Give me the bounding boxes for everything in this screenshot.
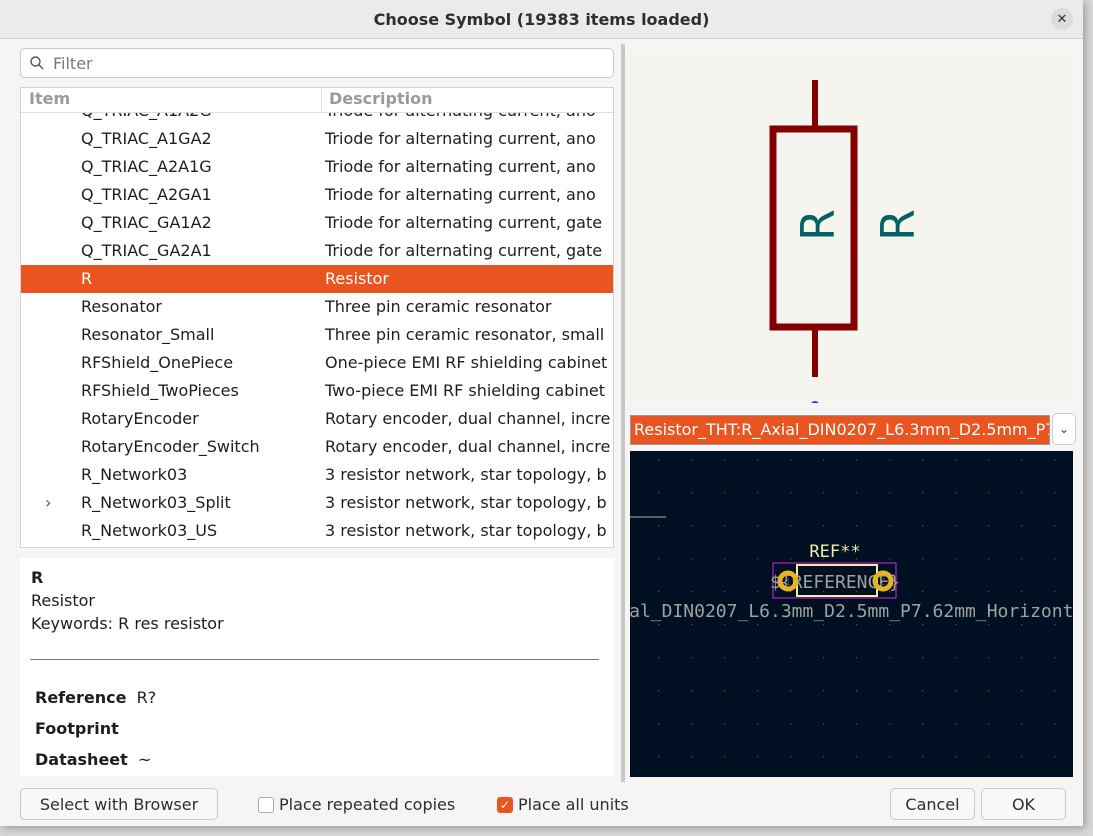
column-item[interactable]: Item bbox=[29, 89, 70, 108]
item-description: Triode for alternating current, ano bbox=[325, 129, 596, 148]
field-label: Footprint bbox=[35, 719, 119, 738]
dialog-title: Choose Symbol (19383 items loaded) ✕ bbox=[0, 0, 1083, 39]
field-label: Reference bbox=[35, 688, 127, 707]
item-name: Q_TRIAC_A2A1G bbox=[81, 157, 212, 176]
item-description: 3 resistor network, star topology, b bbox=[325, 493, 607, 512]
item-name: RFShield_TwoPieces bbox=[81, 381, 239, 400]
footprint-dropdown-button[interactable]: ⌄ bbox=[1052, 413, 1076, 445]
info-name: R bbox=[31, 568, 44, 587]
item-name: R bbox=[81, 269, 93, 288]
list-item[interactable]: › R_Network03_Split 3 resistor network, st… bbox=[21, 489, 613, 517]
list-item[interactable]: RFShield_TwoPieces Two-piece EMI RF shiel… bbox=[21, 377, 613, 405]
list-item[interactable]: Q_TRIAC_A2GA1 Triode for alternating curr… bbox=[21, 181, 613, 209]
list-item[interactable]: Q_TRIAC_A1GA2 Triode for alternating curr… bbox=[21, 125, 613, 153]
item-description: Triode for alternating current, gate bbox=[325, 213, 603, 232]
item-name: RotaryEncoder_Switch bbox=[81, 437, 260, 456]
item-name: RotaryEncoder bbox=[81, 409, 199, 428]
item-description: Three pin ceramic resonator bbox=[325, 297, 552, 316]
item-name: R_Network03_Split bbox=[81, 493, 231, 512]
footprint-canvas: REF** ${REFERENCE} 1 2 R_Axial_DIN0207_L… bbox=[630, 459, 1073, 758]
symbol-info: R Resistor Keywords: R res resistor Refe… bbox=[20, 558, 614, 776]
footprint-select[interactable]: Resistor_THT:R_Axial_DIN0207_L6.3mm_D2.5… bbox=[630, 415, 1050, 445]
item-description: Rotary encoder, dual channel, incre bbox=[325, 437, 611, 456]
choose-symbol-dialog: Choose Symbol (19383 items loaded) ✕ Ite… bbox=[0, 0, 1083, 826]
item-name: Resonator bbox=[81, 297, 162, 316]
splitter[interactable] bbox=[621, 44, 625, 782]
item-name: Q_TRIAC_A2GA1 bbox=[81, 185, 212, 204]
symbol-list[interactable]: Item Description Q_TRIAC_A1A2GTriode for… bbox=[20, 87, 614, 548]
item-name: Q_TRIAC_A1GA2 bbox=[81, 129, 212, 148]
list-item[interactable]: RFShield_OnePiece One-piece EMI RF shield… bbox=[21, 349, 613, 377]
list-item[interactable]: Q_TRIAC_GA2A1 Triode for alternating curr… bbox=[21, 237, 613, 265]
info-description: Resistor bbox=[31, 591, 95, 610]
ok-button[interactable]: OK bbox=[981, 788, 1066, 820]
item-name: R_Network03_US bbox=[81, 521, 218, 540]
field-value: ~ bbox=[137, 750, 152, 769]
item-description: Triode for alternating current, ano bbox=[325, 157, 596, 176]
item-name: Q_TRIAC_GA2A1 bbox=[81, 241, 212, 260]
fp-name-text: R_Axial_DIN0207_L6.3mm_D2.5mm_P7.62mm_Ho… bbox=[630, 601, 1073, 622]
item-description: Triode for alternating current, gate bbox=[325, 241, 603, 260]
filter-field[interactable] bbox=[20, 48, 614, 78]
pad-1-label: 1 bbox=[785, 577, 791, 588]
list-item[interactable]: RotaryEncoder_Switch Rotary encoder, dual… bbox=[21, 433, 613, 461]
place-all-units-checkbox[interactable]: ✓ Place all units bbox=[497, 795, 629, 814]
title-text: Choose Symbol (19383 items loaded) bbox=[373, 9, 710, 29]
symbol-ref-text: R bbox=[791, 209, 845, 241]
checkbox-label: Place repeated copies bbox=[279, 795, 456, 814]
pad-2-label: 2 bbox=[880, 577, 886, 588]
item-description: Rotary encoder, dual channel, incre bbox=[325, 409, 611, 428]
item-description: Two-piece EMI RF shielding cabinet bbox=[325, 381, 606, 400]
resistor-symbol: R R bbox=[769, 80, 925, 409]
item-name: Q_TRIAC_GA1A2 bbox=[81, 213, 212, 232]
filter-input[interactable] bbox=[51, 52, 613, 74]
place-repeated-copies-checkbox[interactable]: Place repeated copies bbox=[258, 795, 455, 814]
list-header: Item Description bbox=[21, 88, 613, 113]
fp-ref-text: REF** bbox=[809, 542, 860, 562]
column-description[interactable]: Description bbox=[329, 89, 432, 108]
list-item[interactable]: Q_TRIAC_A2A1G Triode for alternating curr… bbox=[21, 153, 613, 181]
checkbox-icon bbox=[258, 796, 274, 813]
footprint-preview: REF** ${REFERENCE} 1 2 R_Axial_DIN0207_L… bbox=[630, 451, 1073, 777]
list-item[interactable]: Resonator Three pin ceramic resonator bbox=[21, 293, 613, 321]
list-item[interactable]: Resonator_Small Three pin ceramic resonat… bbox=[21, 321, 613, 349]
cancel-button[interactable]: Cancel bbox=[890, 788, 975, 820]
list-item[interactable]: R_Network03_US 3 resistor network, star t… bbox=[21, 517, 613, 545]
list-item[interactable]: Q_TRIAC_GA1A2 Triode for alternating curr… bbox=[21, 209, 613, 237]
chevron-down-icon: ⌄ bbox=[1058, 422, 1070, 436]
symbol-preview: R R bbox=[630, 53, 1073, 409]
item-description: Resistor bbox=[325, 269, 389, 288]
expand-chevron-icon[interactable]: › bbox=[45, 493, 51, 512]
list-item[interactable]: RotaryEncoder Rotary encoder, dual channe… bbox=[21, 405, 613, 433]
select-with-browser-button[interactable]: Select with Browser bbox=[20, 788, 218, 820]
item-name: RFShield_OnePiece bbox=[81, 353, 234, 372]
item-description: Three pin ceramic resonator, small bbox=[325, 325, 605, 344]
list-item[interactable]: R Resistor bbox=[21, 265, 613, 293]
item-name: Resonator_Small bbox=[81, 325, 215, 344]
checkbox-label: Place all units bbox=[518, 795, 629, 814]
field-label: Datasheet bbox=[35, 750, 128, 769]
item-description: Triode for alternating current, ano bbox=[325, 185, 596, 204]
info-keywords: Keywords: R res resistor bbox=[31, 614, 224, 633]
item-description: 3 resistor network, star topology, b bbox=[325, 465, 607, 484]
search-icon bbox=[30, 56, 44, 70]
item-name: R_Network03 bbox=[81, 465, 188, 484]
field-value: R? bbox=[136, 688, 157, 707]
close-icon: ✕ bbox=[1056, 11, 1068, 27]
item-description: One-piece EMI RF shielding cabinet bbox=[325, 353, 608, 372]
item-description: 3 resistor network, star topology, b bbox=[325, 521, 607, 540]
symbol-value-text: R bbox=[871, 209, 925, 241]
close-button[interactable]: ✕ bbox=[1051, 8, 1073, 30]
divider bbox=[30, 659, 599, 660]
checkbox-checked-icon: ✓ bbox=[497, 796, 513, 813]
list-item[interactable]: R_Network03 3 resistor network, star topo… bbox=[21, 461, 613, 489]
